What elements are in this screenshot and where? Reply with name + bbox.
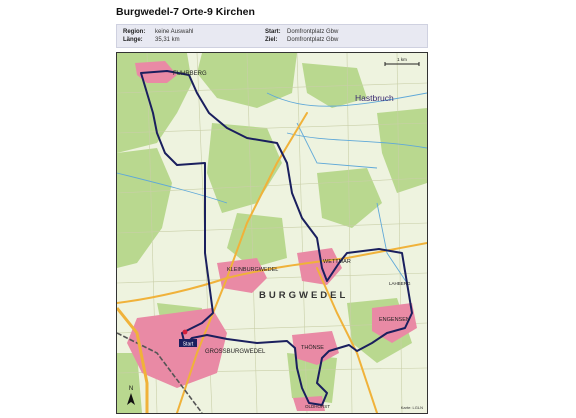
map-copyright: Karte: LGLN	[401, 405, 423, 410]
place-hastbruch: Hastbruch	[355, 93, 394, 103]
place-engensen: ENGENSEN	[379, 317, 410, 323]
goal-label: Ziel:	[265, 37, 278, 43]
place-grossburgwedel: GROSSBURGWEDEL	[205, 349, 266, 355]
route-info-box: Region: keine Auswahl Länge: 35,31 km St…	[116, 24, 428, 48]
place-fuhrberg: FUHRBERG	[173, 71, 207, 77]
start-label: Start:	[265, 29, 281, 35]
page-title: Burgwedel-7 Orte-9 Kirchen	[116, 6, 255, 18]
place-kleinburgwedel: KLEINBURGWEDEL	[227, 267, 278, 273]
church-pin-icon	[182, 329, 188, 335]
route-map[interactable]: Start FUHRBERG Hastbruch KLEINBURGWEDEL …	[116, 52, 428, 414]
place-lahberg: LAHBERG	[389, 281, 411, 286]
length-value: 35,31 km	[155, 37, 180, 43]
start-marker-label: Start	[183, 342, 194, 348]
region-label: Region:	[123, 29, 146, 35]
place-thonse: THÖNSE	[301, 344, 324, 351]
goal-value: Domfrontplatz Gbw	[287, 37, 339, 43]
scale-label: 1 km	[397, 57, 407, 62]
place-oldhorst: OLDHORST	[305, 404, 330, 409]
place-burgwedel: BURGWEDEL	[259, 290, 348, 301]
length-label: Länge:	[123, 37, 143, 43]
north-label: N	[129, 386, 133, 392]
region-value: keine Auswahl	[155, 29, 194, 35]
place-wettmar: WETTMAR	[323, 259, 351, 265]
start-value: Domfrontplatz Gbw	[287, 29, 339, 35]
